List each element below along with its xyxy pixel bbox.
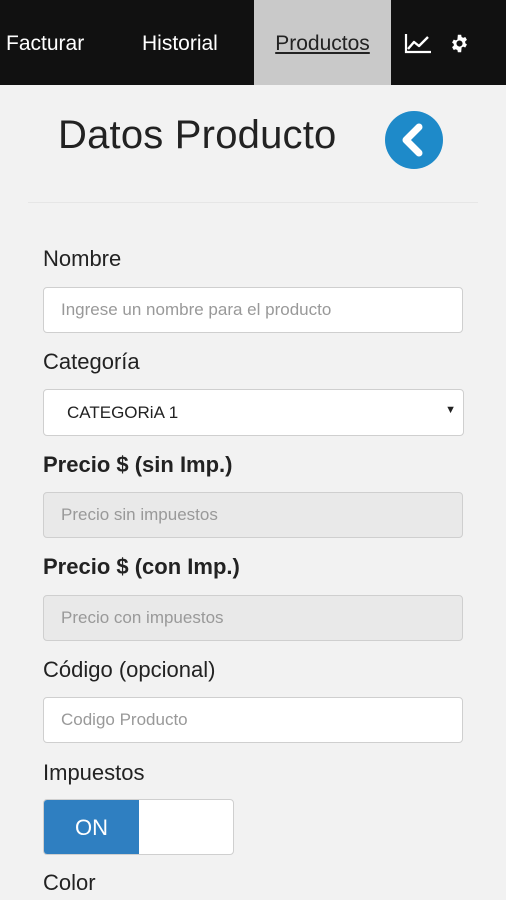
- gear-icon[interactable]: [449, 33, 470, 59]
- page-title: Datos Producto: [58, 113, 337, 157]
- tab-facturar[interactable]: Facturar: [6, 0, 84, 85]
- precio-con-label: Precio $ (con Imp.): [43, 554, 240, 579]
- categoria-select[interactable]: CATEGORiA 1 ▼: [43, 389, 464, 436]
- impuestos-toggle[interactable]: ON: [43, 799, 234, 855]
- nombre-label: Nombre: [43, 246, 122, 271]
- categoria-label: Categoría: [43, 349, 140, 374]
- precio-sin-input: [43, 492, 463, 538]
- precio-con-input: [43, 595, 463, 641]
- header-divider: [28, 202, 478, 203]
- codigo-input[interactable]: [43, 697, 463, 743]
- tab-historial[interactable]: Historial: [142, 0, 218, 85]
- tab-productos[interactable]: Productos: [254, 0, 391, 85]
- top-nav: Facturar Historial Productos: [0, 0, 506, 85]
- precio-sin-label: Precio $ (sin Imp.): [43, 452, 233, 477]
- chart-icon[interactable]: [404, 32, 432, 59]
- toggle-on-label: ON: [44, 800, 139, 854]
- color-label: Color: [43, 870, 96, 895]
- caret-down-icon: ▼: [445, 404, 456, 416]
- nombre-input[interactable]: [43, 287, 463, 333]
- categoria-selected-value: CATEGORiA 1: [67, 403, 179, 422]
- chevron-left-icon: [402, 123, 423, 157]
- impuestos-label: Impuestos: [43, 760, 145, 785]
- back-button[interactable]: [385, 111, 443, 169]
- codigo-label: Código (opcional): [43, 657, 216, 682]
